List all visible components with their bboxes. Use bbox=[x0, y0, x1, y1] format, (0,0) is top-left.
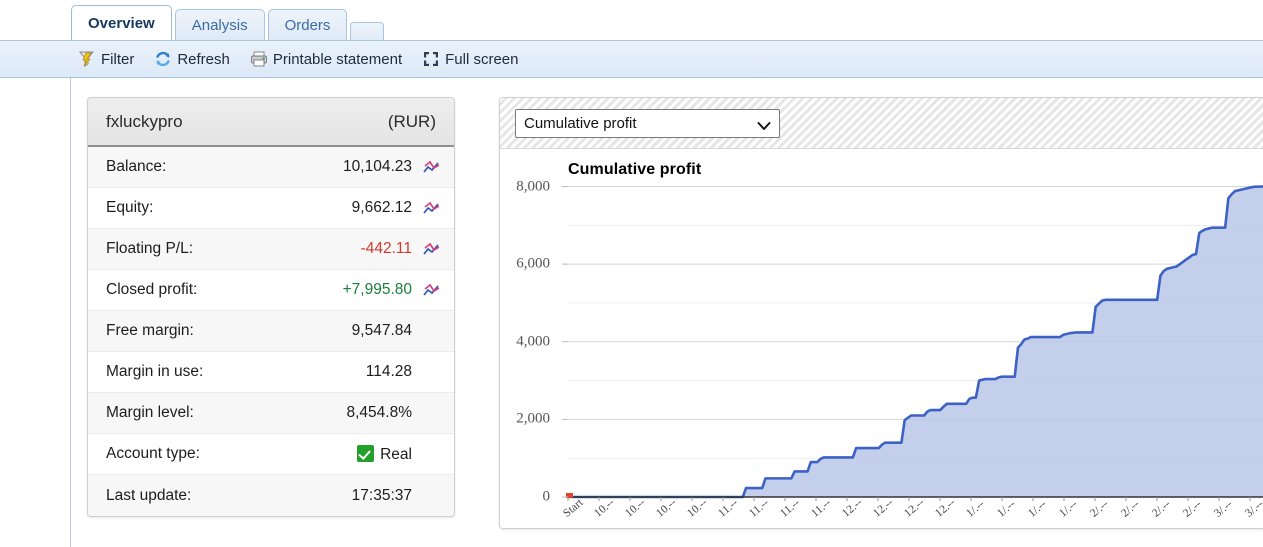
x-tick-label: 2/.-- bbox=[1181, 498, 1204, 520]
row-value-equity: 9,662.12 bbox=[351, 199, 412, 216]
table-row: Floating P/L: -442.11 bbox=[88, 229, 454, 270]
printer-icon bbox=[250, 50, 268, 68]
row-value-balance: 10,104.23 bbox=[343, 158, 412, 175]
toolbar: Filter Refresh Printable statement Full … bbox=[0, 40, 1263, 78]
x-tick-label: 3/.-- bbox=[1243, 498, 1263, 520]
tab-list: Overview Analysis Orders bbox=[71, 0, 385, 40]
account-header: fxluckypro (RUR) bbox=[88, 98, 454, 147]
tab-overview[interactable]: Overview bbox=[71, 5, 172, 40]
x-tick-label: 12.-- bbox=[871, 496, 896, 520]
row-value-last-update: 17:35:37 bbox=[351, 486, 412, 504]
x-tick-label: 1/.-- bbox=[1026, 498, 1049, 520]
account-name: fxluckypro bbox=[106, 111, 183, 131]
refresh-button[interactable]: Refresh bbox=[154, 50, 230, 68]
row-label-margin-in-use: Margin in use: bbox=[106, 363, 204, 380]
tab-analysis[interactable]: Analysis bbox=[174, 9, 265, 40]
filter-icon bbox=[78, 50, 96, 68]
row-value-free-margin: 9,547.84 bbox=[351, 322, 412, 339]
x-tick-label: 11.-- bbox=[809, 496, 834, 520]
table-row: Account type: Real bbox=[88, 434, 454, 475]
row-label-account-type: Account type: bbox=[106, 445, 200, 462]
row-label-floating-pl: Floating P/L: bbox=[106, 240, 194, 257]
table-row: Margin level: 8,454.8% bbox=[88, 393, 454, 434]
account-summary-panel: fxluckypro (RUR) Balance: 10,104.23 Equi… bbox=[87, 97, 455, 517]
row-label-closed-profit: Closed profit: bbox=[106, 281, 198, 298]
table-row: Last update: 17:35:37 bbox=[88, 475, 454, 516]
tab-orders-label: Orders bbox=[284, 16, 331, 34]
fullscreen-icon bbox=[422, 50, 440, 68]
row-value-closed-profit: +7,995.80 bbox=[342, 281, 412, 298]
chart-panel: Cumulative profit Cumulative profit 0 2,0… bbox=[499, 97, 1263, 529]
row-value-margin-level: 8,454.8% bbox=[346, 404, 413, 421]
row-label-balance: Balance: bbox=[106, 158, 167, 175]
full-screen-button[interactable]: Full screen bbox=[422, 50, 518, 68]
x-tick-label: 12.-- bbox=[840, 496, 865, 520]
row-label-margin-level: Margin level: bbox=[106, 404, 194, 421]
closed-profit-chart-icon[interactable] bbox=[418, 283, 444, 298]
chart-plot-area: Cumulative profit 0 2,000 4,000 6,000 8,000 … bbox=[500, 149, 1263, 528]
chart-toolbar: Cumulative profit bbox=[500, 98, 1263, 149]
x-tick-label: 11.-- bbox=[716, 496, 741, 520]
tab-strip: Overview Analysis Orders bbox=[0, 0, 1263, 40]
x-tick-label: 10.-- bbox=[592, 496, 617, 520]
refresh-icon bbox=[154, 50, 172, 68]
left-divider bbox=[70, 78, 71, 547]
refresh-label: Refresh bbox=[177, 50, 230, 68]
x-tick-label: 1/.-- bbox=[964, 498, 987, 520]
chart-x-axis: Start 10.-- 10.-- 10.-- 10.-- 11.-- 11.-- 11.--… bbox=[500, 496, 1263, 528]
x-tick-label: 11.-- bbox=[778, 496, 803, 520]
chart-type-select-wrapper: Cumulative profit bbox=[515, 108, 780, 138]
row-value-floating-pl: -442.11 bbox=[360, 240, 412, 257]
filter-label: Filter bbox=[101, 50, 135, 68]
row-label-equity: Equity: bbox=[106, 199, 154, 216]
x-tick-label: 2/.-- bbox=[1150, 498, 1173, 520]
table-row: Balance: 10,104.23 bbox=[88, 147, 454, 188]
check-icon bbox=[357, 444, 375, 462]
floating-pl-chart-icon[interactable] bbox=[418, 242, 444, 257]
x-tick-label: 10.-- bbox=[654, 496, 679, 520]
account-type-text: Real bbox=[380, 445, 412, 463]
balance-chart-icon[interactable] bbox=[418, 160, 444, 175]
tab-orders[interactable]: Orders bbox=[267, 9, 348, 40]
x-tick-label: 2/.-- bbox=[1119, 498, 1142, 520]
x-tick-label: 12.-- bbox=[902, 496, 927, 520]
chart-type-select[interactable]: Cumulative profit bbox=[515, 108, 780, 138]
x-tick-label: 10.-- bbox=[685, 496, 710, 520]
row-label-free-margin: Free margin: bbox=[106, 322, 194, 339]
row-label-last-update: Last update: bbox=[106, 486, 192, 504]
table-row: Margin in use: 114.28 bbox=[88, 352, 454, 393]
filter-button[interactable]: Filter bbox=[78, 50, 134, 68]
x-tick-label: 11.-- bbox=[747, 496, 772, 520]
tab-overview-label: Overview bbox=[88, 14, 155, 32]
table-row: Equity: 9,662.12 bbox=[88, 188, 454, 229]
cumulative-profit-area-chart bbox=[562, 185, 1263, 501]
equity-chart-icon[interactable] bbox=[418, 201, 444, 216]
tab-extra[interactable] bbox=[350, 22, 385, 40]
x-tick-label: 10.-- bbox=[623, 496, 648, 520]
printable-statement-button[interactable]: Printable statement bbox=[250, 50, 402, 68]
x-tick-label: 2/.-- bbox=[1088, 498, 1111, 520]
table-row: Free margin: 9,547.84 bbox=[88, 311, 454, 352]
x-tick-label: 3/.-- bbox=[1212, 498, 1235, 520]
table-row: Closed profit: +7,995.80 bbox=[88, 270, 454, 311]
printable-statement-label: Printable statement bbox=[272, 50, 403, 68]
tab-analysis-label: Analysis bbox=[191, 16, 248, 34]
row-value-account-type: Real bbox=[357, 444, 412, 464]
x-tick-label: 12.-- bbox=[933, 496, 958, 520]
x-tick-label: Start bbox=[561, 496, 586, 520]
x-tick-label: 1/.-- bbox=[1057, 498, 1080, 520]
x-tick-label: 1/.-- bbox=[995, 498, 1018, 520]
account-currency: (RUR) bbox=[387, 111, 436, 131]
full-screen-label: Full screen bbox=[445, 50, 519, 68]
row-value-margin-in-use: 114.28 bbox=[365, 363, 412, 380]
